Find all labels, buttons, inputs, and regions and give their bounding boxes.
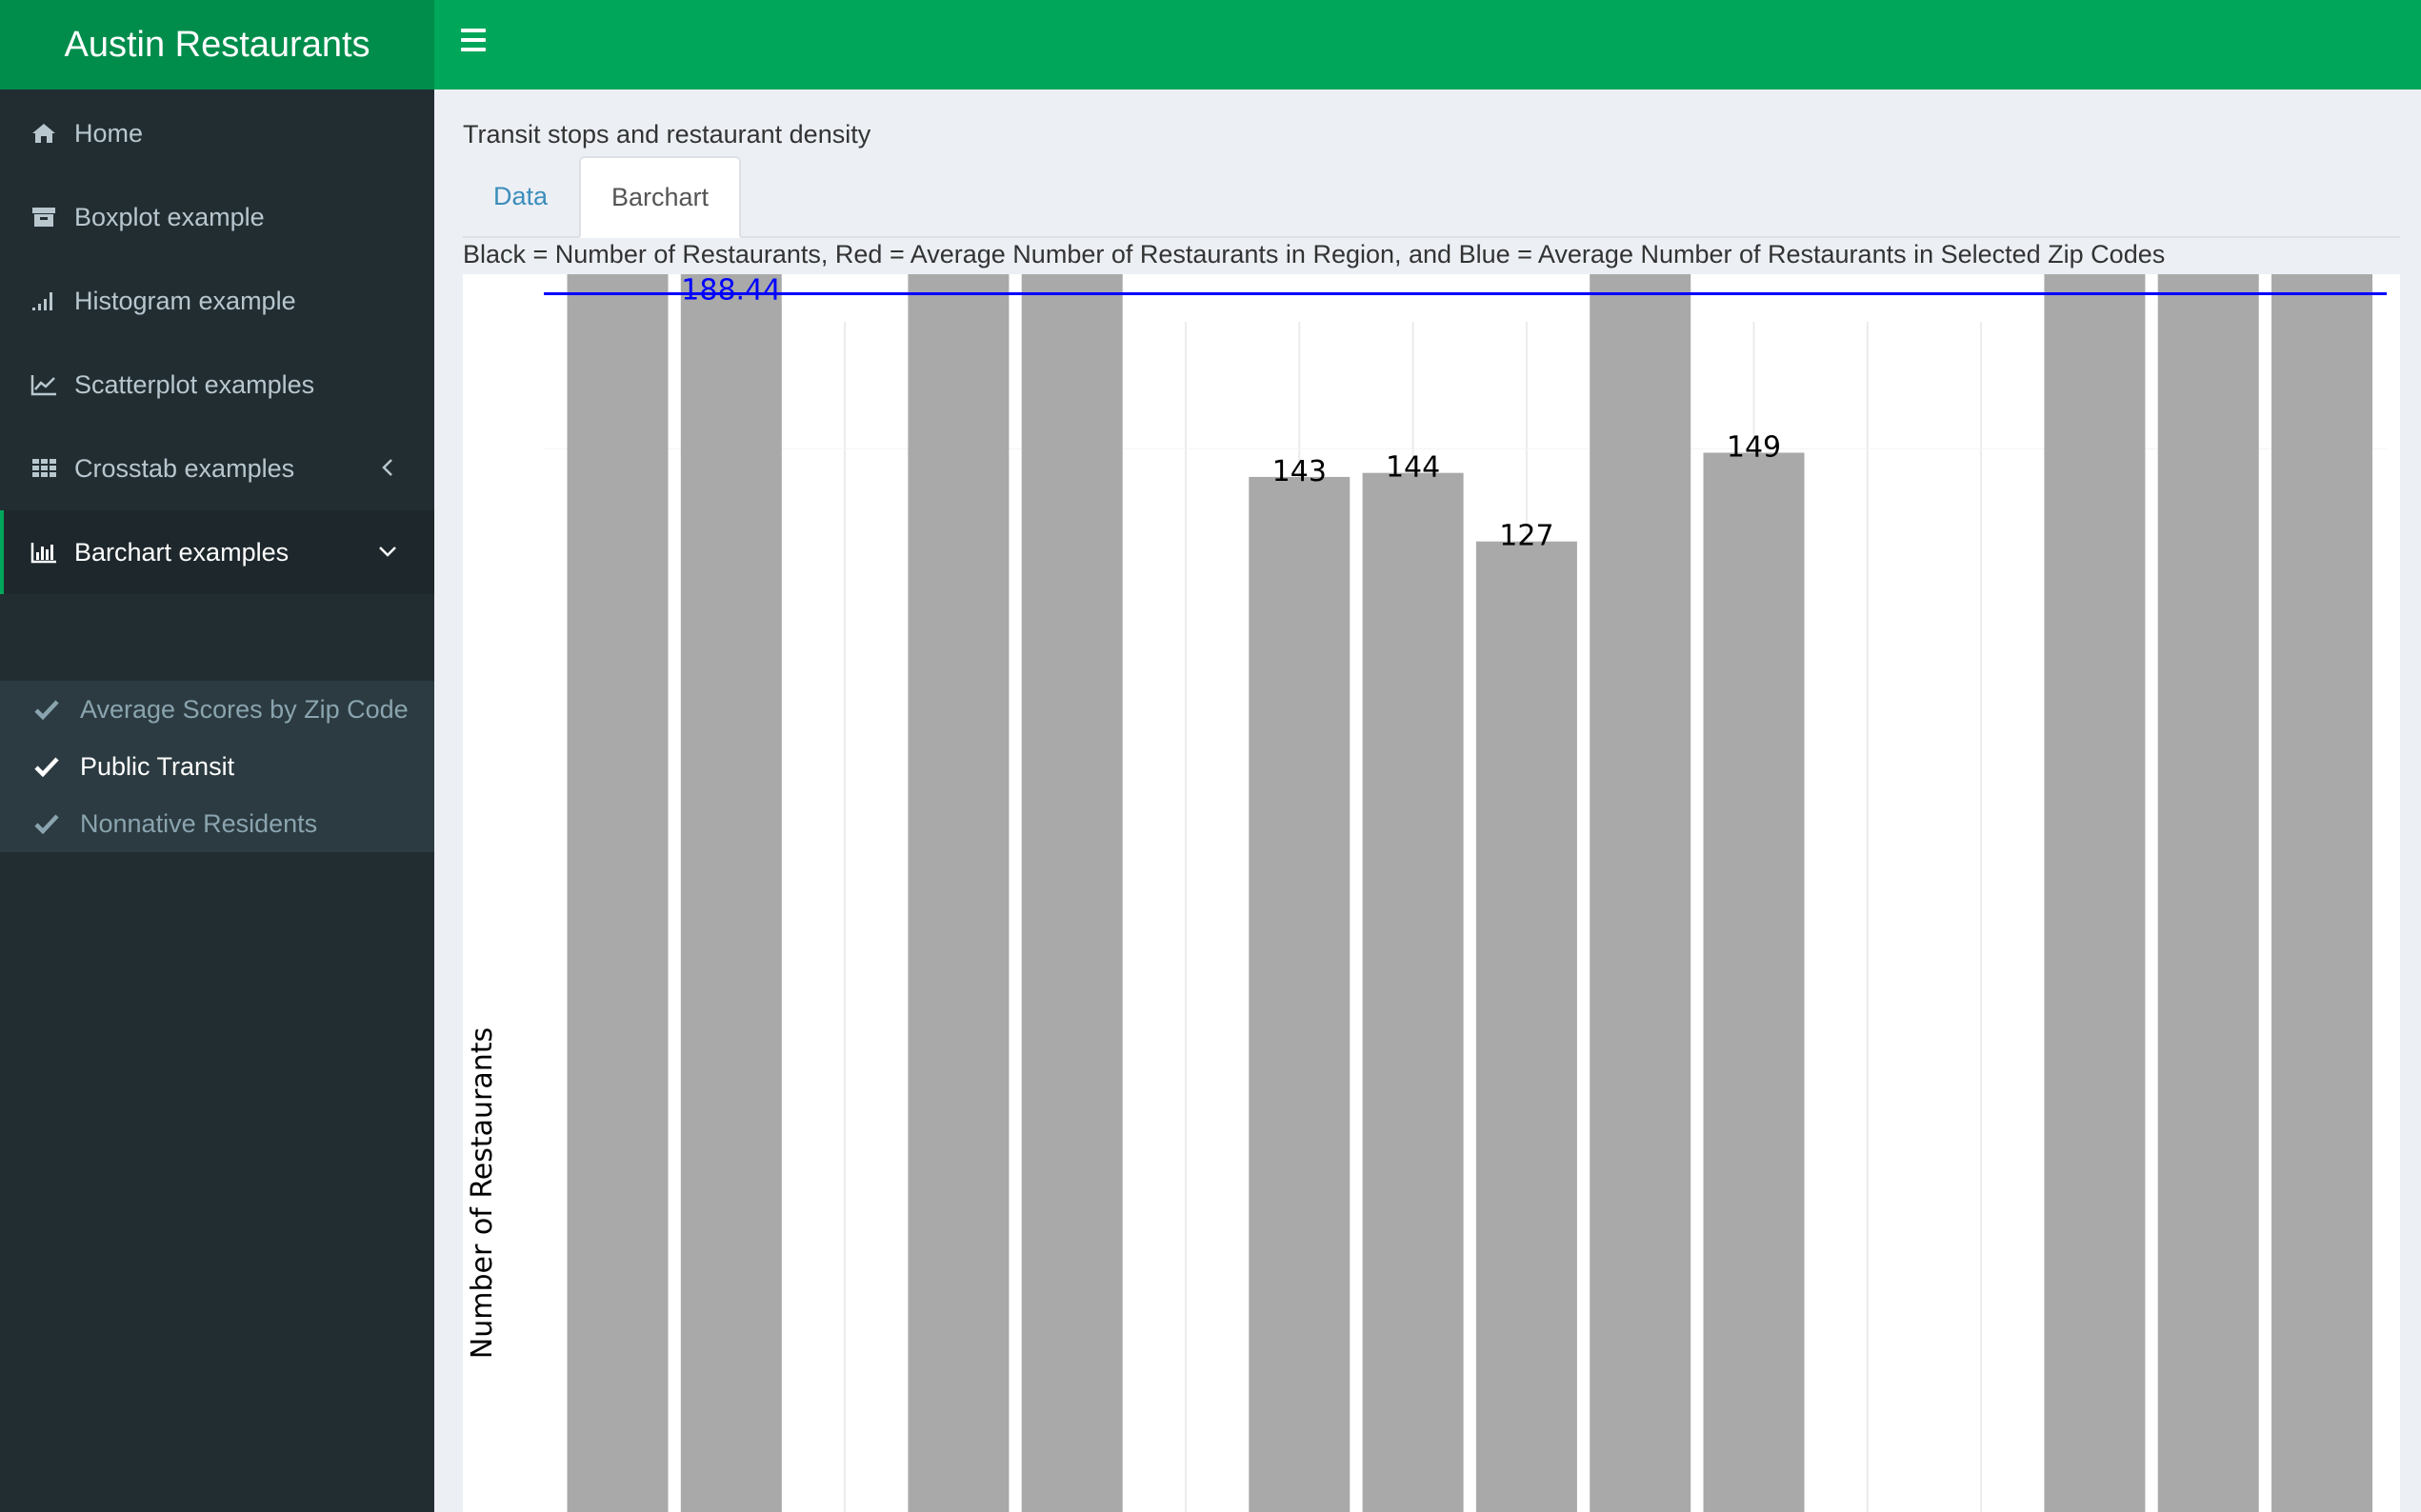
tab-bar: Data Barchart (463, 156, 2400, 238)
bar (1249, 476, 1351, 1512)
app-logo-title[interactable]: Austin Restaurants (0, 0, 434, 90)
tab-barchart[interactable]: Barchart (579, 156, 742, 238)
submenu-item-label: Public Transit (80, 751, 235, 781)
bar (1021, 274, 1123, 1512)
submenu-item-public-transit[interactable]: Public Transit (0, 738, 434, 795)
bar (2271, 274, 2372, 1512)
top-navbar (434, 0, 2421, 90)
line-chart-icon (29, 369, 59, 400)
barchart-submenu: Average Scores by Zip Code Public Transi… (0, 681, 434, 852)
sidebar-item-boxplot[interactable]: Boxplot example (0, 175, 434, 259)
sidebar-item-histogram[interactable]: Histogram example (0, 259, 434, 343)
bar (1703, 452, 1805, 1512)
y-axis-label: Number of Restaurants (466, 1027, 499, 1359)
bar-chart-icon (29, 537, 59, 567)
sidebar-toggle-icon[interactable] (461, 29, 486, 51)
check-icon (34, 695, 63, 724)
bar (1362, 472, 1464, 1512)
archive-icon (29, 202, 59, 232)
sidebar-item-label: Crosstab examples (74, 453, 295, 483)
sidebar-item-barchart[interactable]: Barchart examples (0, 510, 434, 594)
bar (2044, 274, 2146, 1512)
signal-icon (29, 286, 59, 316)
chevron-left-icon (375, 455, 400, 480)
home-icon (29, 118, 59, 149)
bar (567, 274, 669, 1512)
bar (2157, 274, 2259, 1512)
barchart-svg: 393219314202143144127277149207203297188.… (466, 274, 2387, 1512)
th-icon (29, 453, 59, 484)
bar-value-label: 149 (1727, 430, 1781, 464)
submenu-item-nonnative-residents[interactable]: Nonnative Residents (0, 795, 434, 852)
sidebar-item-label: Barchart examples (74, 537, 290, 567)
tab-data[interactable]: Data (463, 156, 578, 236)
bar-value-label: 127 (1499, 520, 1553, 553)
mean-line-label: 188.44 (681, 274, 781, 307)
sidebar-item-home[interactable]: Home (0, 91, 434, 175)
submenu-item-label: Average Scores by Zip Code (80, 694, 409, 724)
bar (680, 274, 782, 1512)
chevron-down-icon (375, 539, 400, 564)
bar-value-label: 144 (1386, 451, 1440, 485)
sidebar: Home Boxplot example Histogram example S… (0, 90, 434, 1512)
submenu-item-average-scores[interactable]: Average Scores by Zip Code (0, 681, 434, 738)
bar (1475, 541, 1577, 1512)
bar (1590, 274, 1691, 1512)
barchart-plot: 393219314202143144127277149207203297188.… (463, 274, 2400, 1512)
sidebar-item-label: Home (74, 118, 144, 148)
check-icon (34, 809, 63, 838)
page-title: Transit stops and restaurant density (463, 120, 871, 149)
chart-legend-note: Black = Number of Restaurants, Red = Ave… (463, 240, 2166, 269)
sidebar-item-label: Scatterplot examples (74, 369, 315, 399)
bar (908, 274, 1010, 1512)
submenu-item-label: Nonnative Residents (80, 808, 318, 838)
bar-value-label: 143 (1272, 455, 1327, 488)
sidebar-item-label: Boxplot example (74, 202, 265, 231)
sidebar-item-crosstab[interactable]: Crosstab examples (0, 427, 434, 510)
sidebar-item-scatterplot[interactable]: Scatterplot examples (0, 343, 434, 427)
check-icon (34, 752, 63, 781)
sidebar-item-label: Histogram example (74, 286, 296, 315)
